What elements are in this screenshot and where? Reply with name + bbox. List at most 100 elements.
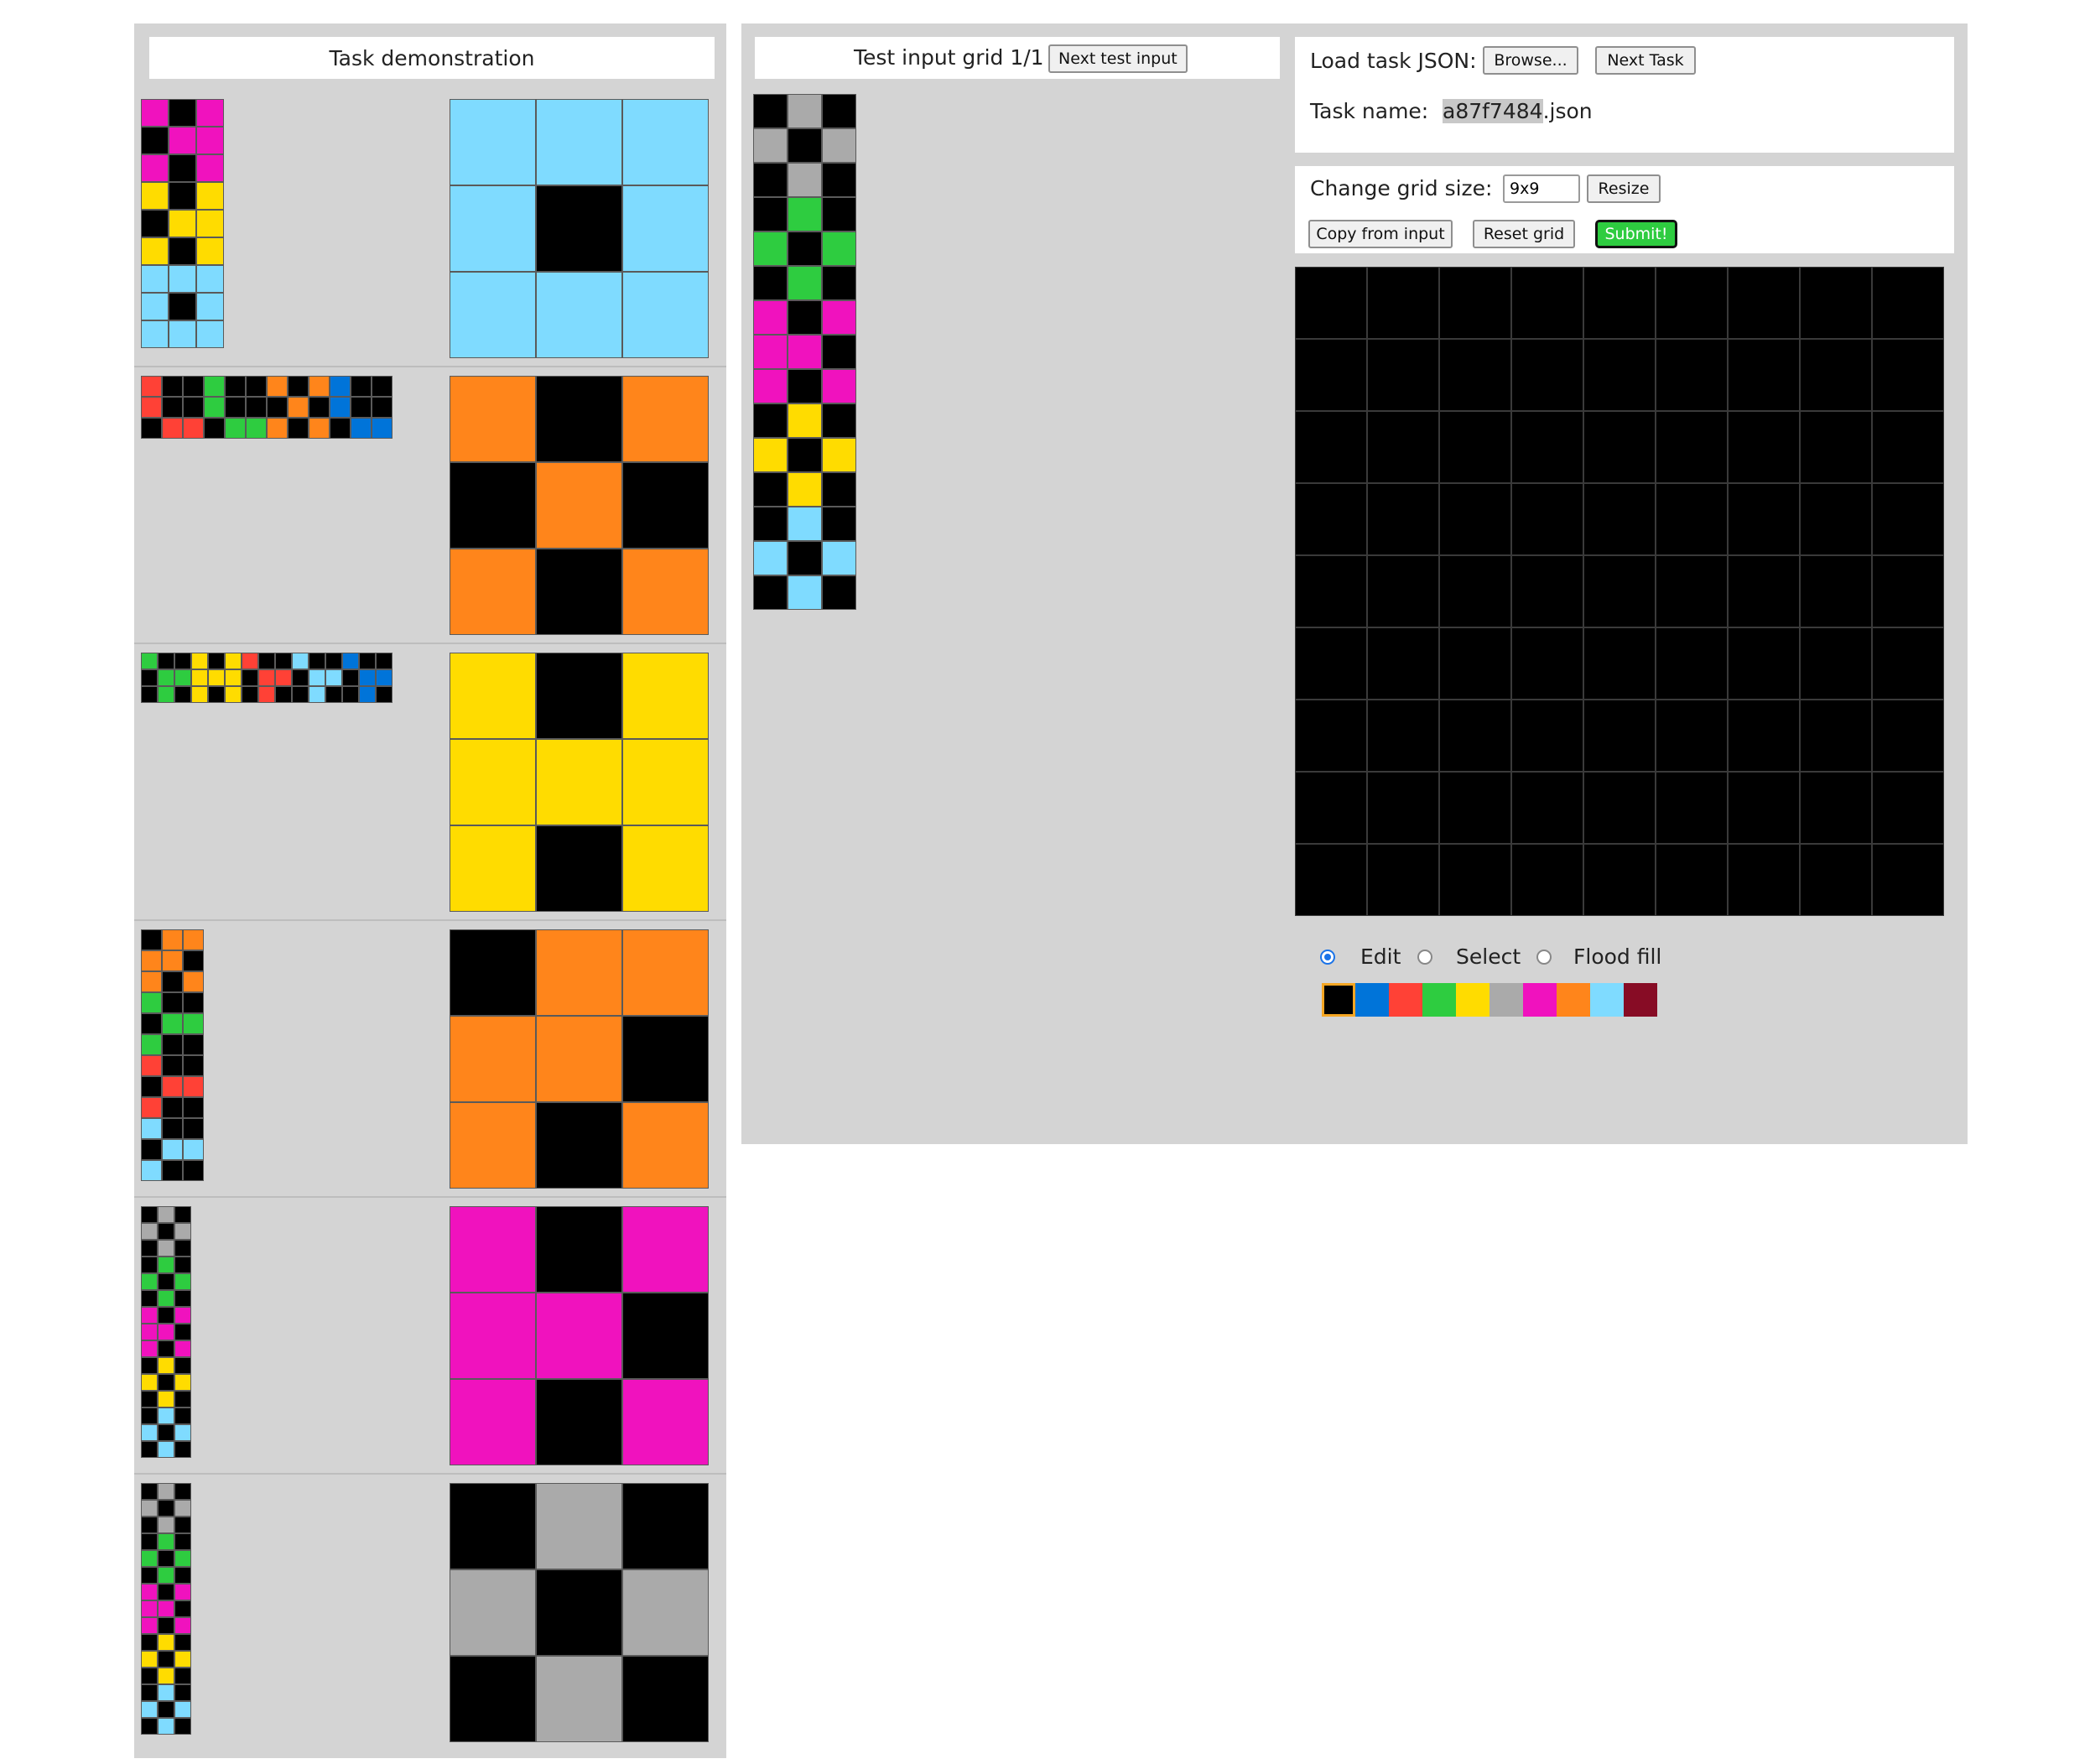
output-cell[interactable] [1583,700,1656,772]
output-cell[interactable] [1511,627,1583,700]
output-cell[interactable] [1367,267,1439,339]
output-cell[interactable] [1872,844,1944,916]
palette-swatch[interactable] [1523,983,1557,1017]
output-cell[interactable] [1583,772,1656,844]
output-cell[interactable] [1511,483,1583,555]
output-cell[interactable] [1728,555,1800,627]
palette-swatch[interactable] [1355,983,1389,1017]
output-cell[interactable] [1295,700,1367,772]
output-cell[interactable] [1656,844,1728,916]
output-cell[interactable] [1872,339,1944,411]
output-cell[interactable] [1439,700,1511,772]
next-task-button[interactable]: Next Task [1595,46,1696,75]
output-cell[interactable] [1511,772,1583,844]
output-cell[interactable] [1511,555,1583,627]
output-cell[interactable] [1583,844,1656,916]
output-cell[interactable] [1656,267,1728,339]
output-cell[interactable] [1367,627,1439,700]
output-cell[interactable] [1656,339,1728,411]
output-cell[interactable] [1295,627,1367,700]
next-test-input-button[interactable]: Next test input [1048,44,1188,73]
output-cell[interactable] [1872,267,1944,339]
output-cell[interactable] [1439,555,1511,627]
output-cell[interactable] [1367,483,1439,555]
output-cell[interactable] [1583,267,1656,339]
output-cell[interactable] [1367,411,1439,483]
output-cell[interactable] [1872,411,1944,483]
output-cell[interactable] [1295,411,1367,483]
reset-grid-button[interactable]: Reset grid [1473,220,1575,248]
output-cell[interactable] [1800,844,1872,916]
output-cell[interactable] [1367,339,1439,411]
palette-swatch[interactable] [1590,983,1624,1017]
output-cell[interactable] [1800,483,1872,555]
output-cell[interactable] [1872,555,1944,627]
palette-swatch[interactable] [1624,983,1657,1017]
output-cell[interactable] [1439,339,1511,411]
output-cell[interactable] [1295,555,1367,627]
output-cell[interactable] [1800,411,1872,483]
output-cell[interactable] [1439,844,1511,916]
output-cell[interactable] [1439,267,1511,339]
output-cell[interactable] [1656,555,1728,627]
edit-radio[interactable] [1320,950,1335,965]
palette-swatch[interactable] [1389,983,1422,1017]
output-cell[interactable] [1656,700,1728,772]
output-cell[interactable] [1295,844,1367,916]
palette-swatch[interactable] [1322,983,1355,1017]
output-cell[interactable] [1511,267,1583,339]
palette-swatch[interactable] [1557,983,1590,1017]
palette-swatch[interactable] [1490,983,1523,1017]
output-cell[interactable] [1511,844,1583,916]
output-cell[interactable] [1583,627,1656,700]
flood-fill-radio[interactable] [1536,950,1552,965]
output-cell[interactable] [1800,267,1872,339]
output-cell[interactable] [1872,627,1944,700]
output-cell[interactable] [1295,267,1367,339]
output-cell[interactable] [1295,339,1367,411]
output-cell[interactable] [1872,483,1944,555]
output-cell[interactable] [1511,700,1583,772]
output-cell[interactable] [1800,772,1872,844]
grid-size-input[interactable] [1503,174,1580,203]
output-cell[interactable] [1728,483,1800,555]
output-cell[interactable] [1295,483,1367,555]
output-cell[interactable] [1872,772,1944,844]
select-radio[interactable] [1417,950,1432,965]
output-cell[interactable] [1439,483,1511,555]
output-cell[interactable] [1367,772,1439,844]
output-cell[interactable] [1439,772,1511,844]
output-cell[interactable] [1511,411,1583,483]
output-cell[interactable] [1439,627,1511,700]
output-cell[interactable] [1728,772,1800,844]
output-cell[interactable] [1728,267,1800,339]
output-cell[interactable] [1800,627,1872,700]
copy-from-input-button[interactable]: Copy from input [1308,220,1453,248]
palette-swatch[interactable] [1422,983,1456,1017]
output-cell[interactable] [1583,411,1656,483]
resize-button[interactable]: Resize [1587,174,1661,203]
output-cell[interactable] [1728,411,1800,483]
output-cell[interactable] [1728,339,1800,411]
output-cell[interactable] [1800,339,1872,411]
output-cell[interactable] [1367,700,1439,772]
output-cell[interactable] [1872,700,1944,772]
output-cell[interactable] [1656,483,1728,555]
browse-button[interactable]: Browse... [1483,46,1578,75]
output-cell[interactable] [1656,772,1728,844]
output-cell[interactable] [1728,627,1800,700]
output-cell[interactable] [1367,555,1439,627]
output-cell[interactable] [1583,483,1656,555]
output-cell[interactable] [1583,555,1656,627]
output-cell[interactable] [1656,411,1728,483]
output-cell[interactable] [1728,844,1800,916]
submit-button[interactable]: Submit! [1595,220,1677,248]
output-cell[interactable] [1367,844,1439,916]
output-cell[interactable] [1656,627,1728,700]
palette-swatch[interactable] [1456,983,1490,1017]
output-cell[interactable] [1511,339,1583,411]
output-cell[interactable] [1439,411,1511,483]
output-grid[interactable] [1295,267,1944,916]
output-cell[interactable] [1583,339,1656,411]
output-cell[interactable] [1800,555,1872,627]
